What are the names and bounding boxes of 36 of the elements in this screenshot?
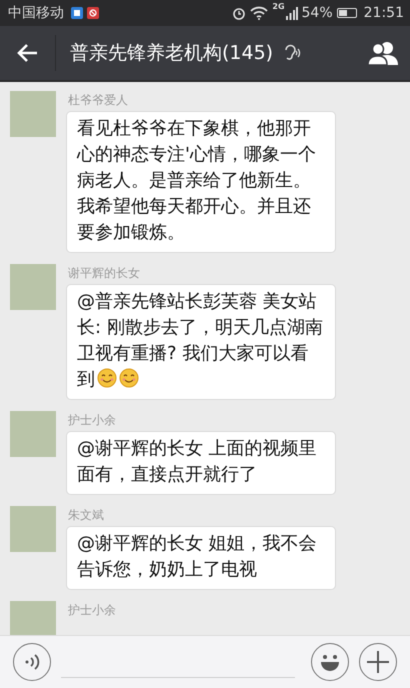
group-members-button[interactable]	[366, 39, 400, 67]
battery-icon	[336, 8, 357, 18]
message-bubble: @谢平辉的长女 上面的视频里面有，直接点开就行了	[66, 431, 336, 495]
voice-button[interactable]	[13, 643, 51, 681]
sender-name: 护士小余	[68, 413, 116, 427]
earpiece-mode-icon	[283, 44, 302, 62]
clock: 21:51	[364, 5, 404, 21]
message-bubble: @普亲先锋站长彭芙蓉 美女站长: 刚散步去了，明天几点湖南卫视有重播? 我们大家可以看到	[66, 284, 336, 400]
message-bubble: 看见杜爷爷在下象棋，他那开心的神态专注'心情，哪象一个病老人。是普亲给了他新生。我希望他每天都开心。并且还要参加锻炼。	[66, 111, 336, 253]
back-arrow-icon	[16, 43, 38, 63]
avatar-photo-placeholder[interactable]	[10, 264, 56, 310]
two-people-icon	[367, 41, 399, 65]
gallery-notification-icon	[71, 7, 83, 19]
avatar-photo-placeholder[interactable]	[10, 411, 56, 457]
plus-icon	[366, 650, 390, 674]
battery-percent: 54%	[302, 5, 333, 21]
smiley-icon	[119, 368, 139, 388]
wifi-icon	[250, 6, 268, 20]
sender-name: 朱文斌	[68, 508, 104, 522]
signal-icon	[286, 6, 298, 20]
carrier-name: 中国移动	[8, 4, 64, 22]
message-bubble: @谢平辉的长女 姐姐，我不会告诉您，奶奶上了电视	[66, 526, 336, 590]
sender-name: 护士小余	[68, 603, 116, 617]
more-button[interactable]	[359, 643, 397, 681]
voice-icon	[23, 653, 41, 671]
avatar-photo-placeholder[interactable]	[10, 91, 56, 137]
alarm-icon	[232, 6, 246, 20]
emoji-button[interactable]	[311, 643, 349, 681]
network-type: 2G	[272, 2, 285, 11]
chat-title: 普亲先锋养老机构(145)	[70, 41, 274, 66]
sender-name: 杜爷爷爱人	[68, 93, 128, 107]
sender-name: 谢平辉的长女	[68, 266, 140, 280]
smiley-icon	[97, 368, 117, 388]
avatar-photo-placeholder[interactable]	[10, 601, 56, 635]
avatar-photo-placeholder[interactable]	[10, 506, 56, 552]
blocked-notification-icon	[87, 7, 99, 19]
